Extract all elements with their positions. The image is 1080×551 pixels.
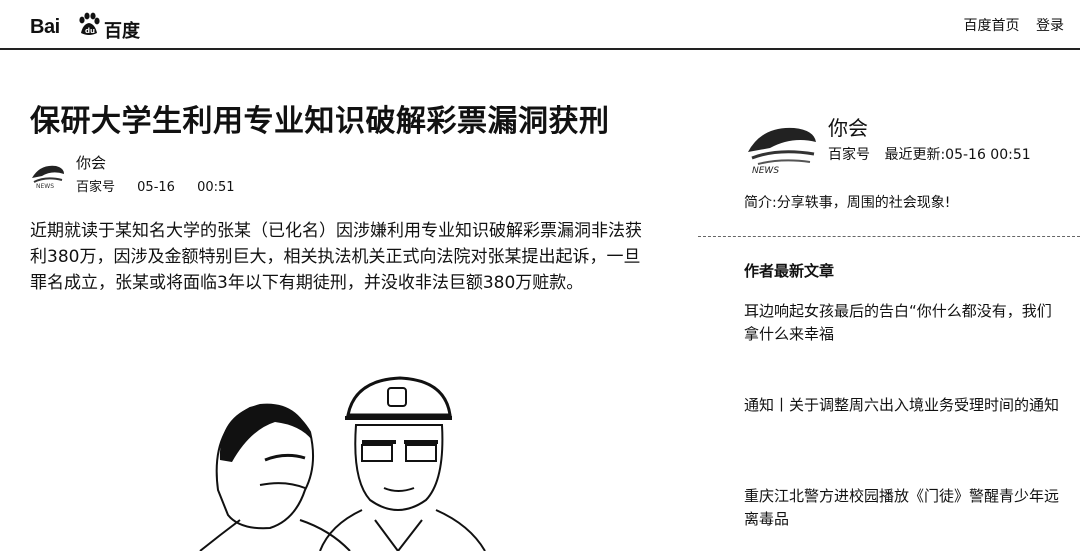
article-source: 百家号 [76, 180, 116, 195]
sidebar-updated: 最近更新:05-16 00:51 [884, 147, 1031, 163]
article-date: 05-16 [137, 180, 175, 195]
sidebar-author-card: NEWS 你会 百家号 最近更新:05-16 00:51 [744, 108, 1064, 178]
baidu-paw-icon: du [79, 12, 100, 35]
sidebar-author-name[interactable]: 你会 [828, 112, 868, 141]
sidebar-source: 百家号 [828, 147, 870, 163]
article-illustration [199, 376, 486, 551]
sidebar-author-meta: 百家号 最近更新:05-16 00:51 [828, 144, 1041, 164]
latest-article-link[interactable]: 通知丨关于调整周六出入境业务受理时间的通知 [744, 394, 1064, 417]
logo-text-left: Bai [30, 16, 60, 38]
baidu-logo[interactable]: Bai du 百度 [30, 10, 140, 42]
sidebar-divider [698, 236, 1080, 237]
top-nav: 百度首页 登录 [952, 15, 1064, 35]
article-author-info: NEWS 你会 百家号 05-16 00:51 [30, 152, 330, 195]
nav-login[interactable]: 登录 [1036, 18, 1064, 34]
latest-articles-heading: 作者最新文章 [744, 262, 835, 280]
svg-text:NEWS: NEWS [36, 183, 54, 190]
article-meta: 百家号 05-16 00:51 [76, 176, 253, 195]
author-intro: 简介:分享轶事，周围的社会现象! [744, 195, 951, 211]
author-avatar-icon[interactable]: NEWS [744, 118, 820, 176]
article-title: 保研大学生利用专业知识破解彩票漏洞获刑 [30, 104, 610, 139]
article-paragraph: 近期就读于某知名大学的张某（已化名）因涉嫌利用专业知识破解彩票漏洞非法获利380… [30, 221, 642, 293]
latest-article-link[interactable]: 耳边响起女孩最后的告白“你什么都没有，我们拿什么来幸福 [744, 300, 1064, 346]
svg-text:du: du [85, 27, 95, 35]
nav-baidu-home[interactable]: 百度首页 [964, 18, 1020, 34]
logo-text-right: 百度 [104, 21, 140, 42]
top-bar: Bai du 百度 百度首页 登录 [0, 0, 1080, 50]
latest-article-link[interactable]: 重庆江北警方进校园播放《门徒》警醒青少年远离毒品 [744, 485, 1064, 531]
author-avatar-icon[interactable]: NEWS [30, 160, 66, 190]
article-time: 00:51 [197, 180, 235, 195]
author-name[interactable]: 你会 [76, 152, 106, 173]
svg-text:NEWS: NEWS [752, 166, 779, 176]
